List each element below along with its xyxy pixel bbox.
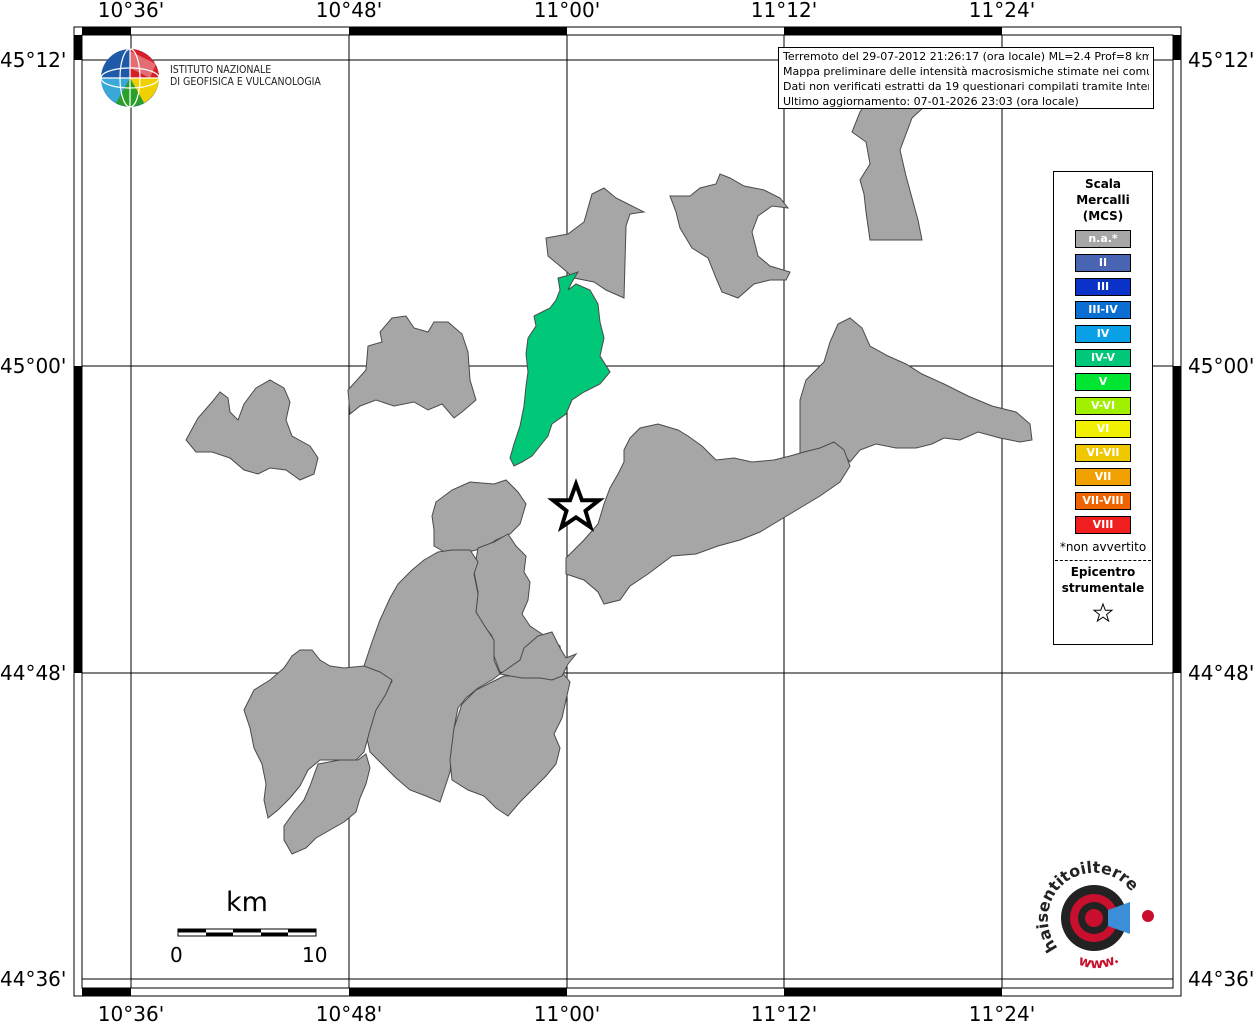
epicenter-star-icon <box>547 478 605 533</box>
municipality-area <box>185 379 319 481</box>
legend-item: III-IV <box>1075 301 1131 320</box>
municipality-area <box>347 315 477 419</box>
lat-tick-label: 45°00' <box>0 354 67 378</box>
scale-start-label: 0 <box>170 943 183 967</box>
municipalities <box>185 67 1033 855</box>
legend-divider <box>1055 559 1151 561</box>
municipality-area <box>799 317 1033 463</box>
legend-epicenter-label: Epicentro strumentale <box>1054 564 1152 596</box>
legend-star-icon <box>1054 602 1152 628</box>
lon-tick-label: 11°00' <box>533 1002 601 1026</box>
legend-item: VII <box>1075 467 1131 486</box>
legend-item: VI-VII <box>1075 444 1131 463</box>
ingv-name: ISTITUTO NAZIONALE DI GEOFISICA E VULCAN… <box>170 64 321 88</box>
event-info-line: Dati non verificati estratti da 19 quest… <box>783 80 1149 93</box>
municipality-iv-v <box>509 271 611 467</box>
scale-end-label: 10 <box>302 943 328 967</box>
legend-title: Scala Mercalli (MCS) <box>1054 176 1152 224</box>
legend-epicenter-line: Epicentro <box>1070 564 1136 579</box>
legend-item: V-VI <box>1075 396 1131 415</box>
intensity-legend: Scala Mercalli (MCS) n.a.* II III III-IV… <box>1053 171 1153 645</box>
lat-tick-label: 45°12' <box>0 48 67 72</box>
legend-item: VI <box>1075 420 1131 439</box>
legend-items: n.a.* II III III-IV IV IV-V V V-VI VI VI… <box>1054 230 1152 534</box>
legend-title-line: Mercalli <box>1076 193 1130 207</box>
legend-epicenter-line: strumentale <box>1061 580 1145 595</box>
lon-tick-label: 11°12' <box>750 1002 818 1026</box>
legend-item: VII-VIII <box>1075 491 1131 510</box>
event-info-box: Terremoto del 29-07-2012 21:26:17 (ora l… <box>778 47 1154 109</box>
lat-tick-label: 44°48' <box>0 661 67 685</box>
lon-tick-label: 11°24' <box>968 1002 1036 1026</box>
legend-item: IV-V <box>1075 348 1131 367</box>
legend-item: IV <box>1075 325 1131 344</box>
legend-item: V <box>1075 372 1131 391</box>
legend-item: III <box>1075 277 1131 296</box>
lon-tick-label: 10°48' <box>315 0 383 22</box>
haisentito-logo-icon: haisentitoilterremoto.it www. <box>1030 860 1154 972</box>
haisentito-logo-www: www. <box>1077 951 1122 972</box>
legend-item: II <box>1075 253 1131 272</box>
lon-tick-label: 10°36' <box>97 1002 165 1026</box>
ingv-name-line1: ISTITUTO NAZIONALE <box>170 64 272 76</box>
legend-title-line: Scala <box>1084 177 1122 191</box>
lat-tick-label: 45°12' <box>1188 48 1255 72</box>
lon-tick-label: 10°36' <box>97 0 165 22</box>
event-info-line: Mappa preliminare delle intensità macros… <box>783 65 1149 78</box>
municipality-area <box>669 173 791 299</box>
legend-item: n.a.* <box>1075 230 1131 248</box>
lon-tick-label: 10°48' <box>315 1002 383 1026</box>
municipality-area <box>565 423 851 605</box>
legend-item: VIII <box>1075 515 1131 534</box>
lat-tick-label: 44°48' <box>1188 661 1255 685</box>
event-info-line: Terremoto del 29-07-2012 21:26:17 (ora l… <box>783 50 1149 63</box>
ingv-name-line2: DI GEOFISICA E VULCANOLOGIA <box>170 76 321 88</box>
lat-tick-label: 44°36' <box>1188 967 1255 991</box>
lon-tick-label: 11°24' <box>968 0 1036 22</box>
lat-tick-label: 44°36' <box>0 967 67 991</box>
lon-tick-label: 11°12' <box>750 0 818 22</box>
legend-title-line: (MCS) <box>1082 209 1124 223</box>
legend-note: *non avvertito <box>1059 539 1147 554</box>
svg-text:www.: www. <box>1077 951 1122 972</box>
lat-tick-label: 45°00' <box>1188 354 1255 378</box>
lon-tick-label: 11°00' <box>533 0 601 22</box>
event-info-line: Ultimo aggiornamento: 07-01-2026 23:03 (… <box>783 95 1079 108</box>
